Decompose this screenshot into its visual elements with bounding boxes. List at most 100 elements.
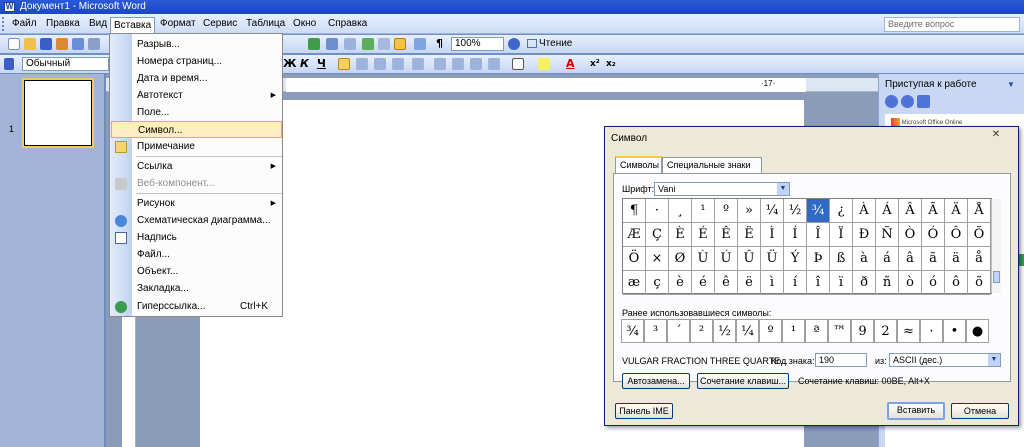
menu-item-date-time[interactable]: Дата и время...	[110, 70, 282, 87]
ime-pad-button[interactable]: Панель IME	[615, 403, 673, 419]
symbol-cell[interactable]: Þ	[807, 247, 830, 271]
symbol-cell[interactable]: ·	[646, 199, 669, 223]
tab-symbols[interactable]: Символы	[615, 156, 662, 174]
symbol-cell[interactable]: Í	[784, 223, 807, 247]
recent-symbol-cell[interactable]: 2	[874, 319, 897, 343]
symbol-cell[interactable]: å	[968, 247, 991, 271]
symbol-cell[interactable]: é	[692, 271, 715, 295]
back-icon[interactable]	[885, 95, 898, 108]
bold-icon[interactable]: Ж	[283, 56, 296, 72]
menu-tools[interactable]: Сервис	[200, 16, 240, 32]
permission-icon[interactable]	[56, 38, 68, 50]
close-icon[interactable]: ✕	[989, 129, 1003, 141]
menu-window[interactable]: Окно	[290, 16, 319, 32]
symbol-cell[interactable]: Ó	[922, 223, 945, 247]
symbol-cell[interactable]: ì	[761, 271, 784, 295]
symbol-cell[interactable]: È	[669, 223, 692, 247]
symbol-cell[interactable]: î	[807, 271, 830, 295]
symbol-cell[interactable]: Ï	[830, 223, 853, 247]
recent-symbol-cell[interactable]: º	[759, 319, 782, 343]
symbol-cell[interactable]: í	[784, 271, 807, 295]
symbol-cell[interactable]: ¸	[669, 199, 692, 223]
insert-table-icon[interactable]	[344, 38, 356, 50]
page-thumbnail[interactable]	[22, 78, 94, 148]
menu-insert[interactable]: Вставка	[110, 17, 156, 34]
border-icon[interactable]	[512, 58, 524, 70]
new-document-icon[interactable]	[8, 38, 20, 50]
recent-symbol-cell[interactable]: ½	[713, 319, 736, 343]
symbol-cell[interactable]: ×	[646, 247, 669, 271]
symbol-cell[interactable]: »	[738, 199, 761, 223]
numbering-icon[interactable]	[434, 58, 446, 70]
line-spacing-icon[interactable]	[412, 58, 424, 70]
recent-symbol-cell[interactable]: ¹	[782, 319, 805, 343]
symbol-cell[interactable]: Ð	[853, 223, 876, 247]
symbol-cell[interactable]: À	[853, 199, 876, 223]
font-color-icon[interactable]: A	[566, 56, 575, 72]
recent-symbol-cell[interactable]: ³	[644, 319, 667, 343]
menu-edit[interactable]: Правка	[43, 16, 83, 32]
grid-scrollbar[interactable]	[991, 199, 1001, 293]
symbol-cell[interactable]: Ò	[899, 223, 922, 247]
symbol-cell[interactable]: Ú	[715, 247, 738, 271]
menu-item-break[interactable]: Разрыв...	[110, 36, 282, 53]
menu-item-file[interactable]: Файл...	[110, 246, 282, 263]
menu-item-diagram[interactable]: Схематическая диаграмма...	[110, 212, 282, 229]
recent-symbol-cell[interactable]: ·	[920, 319, 943, 343]
symbol-cell[interactable]: ¼	[761, 199, 784, 223]
superscript-icon[interactable]: x²	[590, 56, 600, 72]
menu-item-autotext[interactable]: Автотекст ▶	[110, 87, 282, 104]
recent-symbol-cell[interactable]: ¾	[621, 319, 644, 343]
columns-icon[interactable]	[378, 38, 390, 50]
menu-help[interactable]: Справка	[325, 16, 370, 32]
menubar-grip[interactable]	[2, 17, 5, 31]
recent-symbol-cell[interactable]: ≈	[897, 319, 920, 343]
recent-symbol-cell[interactable]: ™	[828, 319, 851, 343]
symbol-cell[interactable]: ç	[646, 271, 669, 295]
symbol-cell[interactable]: æ	[623, 271, 646, 295]
recent-symbol-cell[interactable]: •	[943, 319, 966, 343]
symbol-cell[interactable]: Á	[876, 199, 899, 223]
help-icon[interactable]	[508, 38, 520, 50]
menu-item-symbol[interactable]: Символ...	[111, 121, 282, 138]
menu-item-page-numbers[interactable]: Номера страниц...	[110, 53, 282, 70]
menu-view[interactable]: Вид	[86, 16, 110, 32]
symbol-cell[interactable]: ¿	[830, 199, 853, 223]
font-select[interactable]: Vani ▼	[654, 182, 790, 196]
symbol-cell[interactable]: É	[692, 223, 715, 247]
symbol-cell[interactable]: Â	[899, 199, 922, 223]
justify-icon[interactable]	[392, 58, 404, 70]
symbol-cell[interactable]: ñ	[876, 271, 899, 295]
hyperlink-toolbar-icon[interactable]	[308, 38, 320, 50]
menu-item-object[interactable]: Объект...	[110, 263, 282, 280]
symbol-cell[interactable]: ¾	[807, 199, 830, 223]
help-search-input[interactable]: Введите вопрос	[884, 17, 1020, 32]
open-folder-icon[interactable]	[24, 38, 36, 50]
menu-item-textbox[interactable]: Надпись	[110, 229, 282, 246]
symbol-cell[interactable]: ï	[830, 271, 853, 295]
menu-item-comment[interactable]: Примечание	[110, 138, 282, 155]
symbol-cell[interactable]: Ý	[784, 247, 807, 271]
symbol-cell[interactable]: õ	[968, 271, 991, 295]
decrease-indent-icon[interactable]	[470, 58, 482, 70]
zoom-select[interactable]: 100%	[451, 37, 504, 51]
symbol-cell[interactable]: ô	[945, 271, 968, 295]
menu-item-reference[interactable]: Ссылка ▶	[110, 158, 282, 175]
symbol-cell[interactable]: á	[876, 247, 899, 271]
symbol-cell[interactable]: Ü	[761, 247, 784, 271]
recent-symbol-cell[interactable]: ª	[805, 319, 828, 343]
menu-item-hyperlink[interactable]: Гиперссылка... Ctrl+K	[110, 298, 282, 315]
cancel-button[interactable]: Отмена	[951, 403, 1009, 419]
increase-indent-icon[interactable]	[488, 58, 500, 70]
symbol-cell[interactable]: Ô	[945, 223, 968, 247]
symbol-cell[interactable]: º	[715, 199, 738, 223]
symbol-cell[interactable]: ò	[899, 271, 922, 295]
symbol-cell[interactable]: Ù	[692, 247, 715, 271]
symbol-cell[interactable]: Å	[968, 199, 991, 223]
symbol-cell[interactable]: Ñ	[876, 223, 899, 247]
align-left-icon[interactable]	[338, 58, 350, 70]
symbol-cell[interactable]: Ø	[669, 247, 692, 271]
symbol-cell[interactable]: Ê	[715, 223, 738, 247]
symbol-cell[interactable]: Ë	[738, 223, 761, 247]
styles-pane-icon[interactable]	[4, 58, 14, 70]
